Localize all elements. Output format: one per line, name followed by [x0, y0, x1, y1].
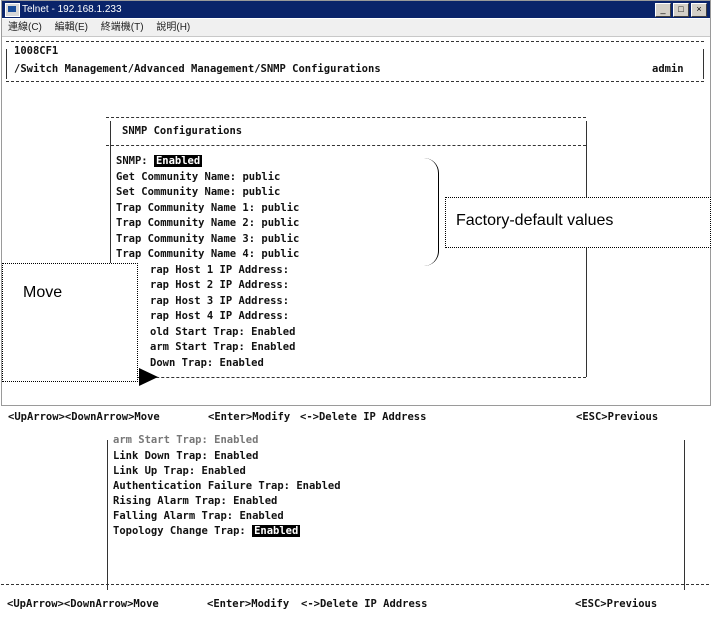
fragment-footer-move-hint: <UpArrow><DownArrow>Move: [7, 598, 159, 610]
field-label: arm Start Trap:: [150, 341, 252, 353]
fragment-footer-previous-hint: <ESC>Previous: [575, 598, 658, 610]
menu-terminal[interactable]: 終端機(T): [101, 19, 144, 36]
fragment-partial-line: arm Start Trap: Enabled: [113, 434, 259, 446]
menu-bar: 連線(C) 編輯(E) 終端機(T) 說明(H): [2, 19, 710, 37]
menu-edit[interactable]: 編輯(E): [55, 19, 88, 36]
fragment-field-row[interactable]: Link Up Trap: Enabled: [113, 465, 246, 477]
field-label: rap Host 3 IP Address:: [150, 294, 290, 307]
field-label: Trap Community Name 3:: [116, 232, 262, 245]
snmp-field-row[interactable]: Trap Community Name 2: public: [116, 217, 299, 229]
menu-help[interactable]: 說明(H): [156, 19, 190, 36]
field-label: Trap Community Name 4:: [116, 248, 262, 260]
snmp-field-row[interactable]: Get Community Name: public: [116, 171, 280, 183]
snmp-field-row[interactable]: old Start Trap: Enabled: [150, 326, 295, 338]
field-value[interactable]: public: [261, 248, 299, 260]
defaults-brace: [424, 158, 439, 266]
fragment-footer-modify-hint: <Enter>Modify: [207, 598, 290, 610]
fragment-right-rule: [684, 440, 685, 590]
field-label: Rising Alarm Trap:: [113, 495, 234, 507]
field-label: Link Down Trap:: [113, 450, 215, 462]
minimize-button[interactable]: _: [655, 3, 671, 17]
field-value[interactable]: Enabled: [214, 450, 258, 462]
maximize-button[interactable]: □: [673, 3, 689, 17]
field-value[interactable]: Enabled: [251, 326, 295, 338]
snmp-field-row[interactable]: Trap Community Name 3: public: [116, 233, 299, 245]
header-left-rule: [6, 49, 7, 79]
field-label: Falling Alarm Trap:: [113, 510, 240, 522]
field-value[interactable]: Enabled: [296, 480, 340, 492]
snmp-field-row[interactable]: rap Host 2 IP Address:: [150, 279, 289, 291]
factory-defaults-callout: Factory-default values: [445, 197, 711, 248]
field-value[interactable]: Enabled: [252, 525, 301, 537]
field-label: Trap Community Name 2:: [116, 217, 262, 229]
fragment-footer-rule: [1, 584, 709, 585]
field-value[interactable]: public: [242, 186, 280, 198]
fragment-field-row[interactable]: Authentication Failure Trap: Enabled: [113, 480, 341, 492]
panel-top-rule: [106, 117, 586, 118]
field-value[interactable]: Enabled: [220, 357, 264, 369]
field-label: Authentication Failure Trap:: [113, 480, 297, 492]
field-label: Trap Community Name 1:: [116, 201, 262, 214]
footer-delete-hint: <->Delete IP Address: [300, 411, 427, 423]
field-value[interactable]: public: [261, 217, 299, 229]
footer-move-hint: <UpArrow><DownArrow>Move: [8, 411, 160, 423]
panel-title-rule: [106, 145, 586, 146]
header-bottom-rule: [6, 81, 704, 82]
field-label: Down Trap:: [150, 356, 220, 369]
panel-bottom-rule: [106, 377, 586, 378]
field-label: Get Community Name:: [116, 170, 243, 183]
field-value[interactable]: Enabled: [202, 465, 246, 477]
panel-right-rule: [586, 121, 587, 377]
close-button[interactable]: ×: [691, 3, 707, 17]
title-bar[interactable]: Telnet - 192.168.1.233 _ □ ×: [2, 1, 710, 18]
field-label: rap Host 1 IP Address:: [150, 263, 290, 276]
snmp-field-row[interactable]: Down Trap: Enabled: [150, 357, 264, 369]
field-label: old Start Trap:: [150, 325, 252, 338]
fragment-footer-delete-hint: <->Delete IP Address: [301, 598, 428, 610]
menu-connect[interactable]: 連線(C): [8, 19, 42, 36]
user-name: admin: [652, 63, 684, 75]
scrolled-terminal-fragment: arm Start Trap: Enabled Link Down Trap: …: [1, 434, 709, 626]
header-top-rule: [6, 41, 704, 42]
snmp-field-row[interactable]: Trap Community Name 4: public: [116, 248, 299, 260]
telnet-app-icon: [5, 3, 20, 17]
snmp-field-row[interactable]: SNMP: Enabled: [116, 155, 203, 167]
fragment-field-row[interactable]: Falling Alarm Trap: Enabled: [113, 510, 284, 522]
move-label: Move: [23, 284, 63, 301]
field-label: rap Host 2 IP Address:: [150, 279, 290, 291]
fragment-field-row[interactable]: Rising Alarm Trap: Enabled: [113, 495, 277, 507]
field-value[interactable]: public: [242, 171, 280, 183]
field-label: SNMP:: [116, 155, 154, 167]
snmp-field-row[interactable]: arm Start Trap: Enabled: [150, 341, 295, 353]
menu-path: /Switch Management/Advanced Management/S…: [14, 63, 381, 75]
field-label: rap Host 4 IP Address:: [150, 310, 290, 322]
snmp-field-row[interactable]: rap Host 1 IP Address:: [150, 264, 289, 276]
footer-previous-hint: <ESC>Previous: [576, 411, 659, 423]
field-value[interactable]: Enabled: [251, 341, 295, 353]
header-right-rule: [703, 49, 704, 79]
field-value[interactable]: Enabled: [239, 510, 283, 522]
footer-modify-hint: <Enter>Modify: [208, 411, 291, 423]
panel-title: SNMP Configurations: [122, 125, 243, 137]
fragment-field-row[interactable]: Link Down Trap: Enabled: [113, 450, 258, 462]
snmp-field-row[interactable]: Set Community Name: public: [116, 186, 280, 198]
field-value[interactable]: Enabled: [233, 495, 277, 507]
field-value[interactable]: Enabled: [153, 155, 203, 167]
fragment-field-row[interactable]: Topology Change Trap: Enabled: [113, 525, 301, 537]
fragment-left-rule: [107, 440, 108, 590]
factory-defaults-label: Factory-default values: [456, 212, 614, 229]
window-title: Telnet - 192.168.1.233: [22, 4, 122, 15]
snmp-field-row[interactable]: rap Host 4 IP Address:: [150, 310, 289, 322]
snmp-field-row[interactable]: rap Host 3 IP Address:: [150, 295, 289, 307]
move-callout: Move: [2, 263, 138, 382]
field-value[interactable]: public: [261, 233, 299, 245]
move-arrow-icon: [139, 368, 158, 386]
field-value[interactable]: public: [261, 202, 299, 214]
device-name: 1008CF1: [14, 45, 59, 57]
field-label: Set Community Name:: [116, 186, 243, 198]
snmp-field-row[interactable]: Trap Community Name 1: public: [116, 202, 299, 214]
field-label: Link Up Trap:: [113, 465, 202, 477]
field-label: Topology Change Trap:: [113, 525, 253, 537]
